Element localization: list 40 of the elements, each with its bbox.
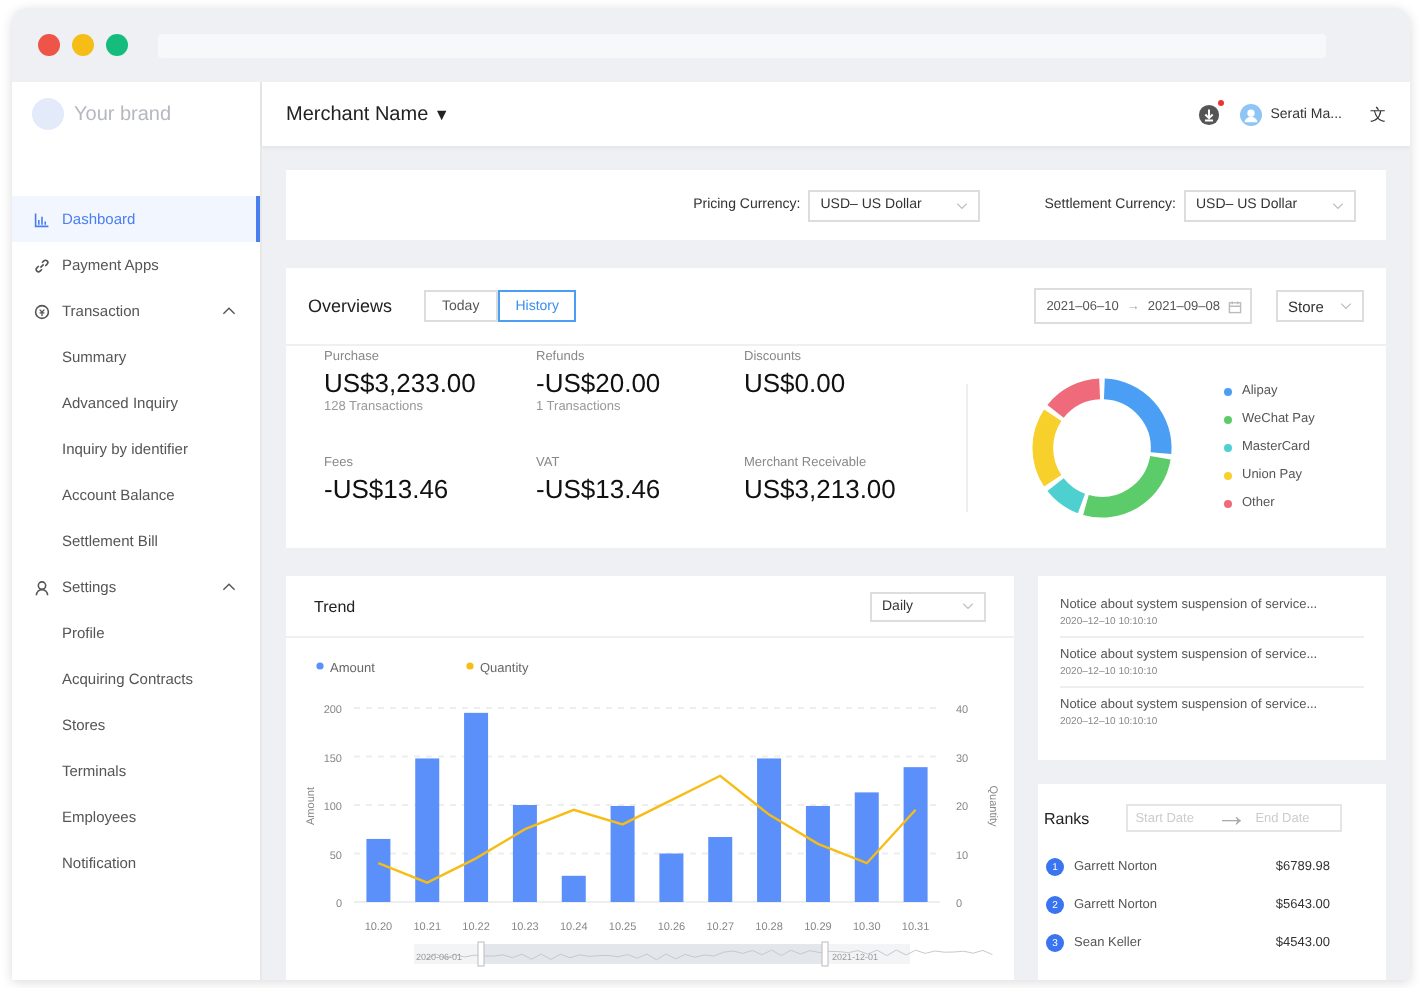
card-title: Ranks bbox=[1044, 809, 1090, 827]
chart-icon bbox=[34, 211, 50, 227]
brand-name: Your brand bbox=[74, 103, 172, 125]
stat-value: US$3,213.00 bbox=[744, 473, 898, 503]
chevron-down-icon bbox=[956, 201, 969, 209]
coin-icon bbox=[34, 303, 50, 319]
merchant-dropdown[interactable]: Merchant Name ▼ bbox=[286, 103, 450, 125]
bar bbox=[610, 805, 635, 902]
stat-value: -US$20.00 bbox=[536, 367, 663, 397]
stat-value: -US$13.46 bbox=[536, 473, 663, 503]
logo-circle-icon bbox=[32, 98, 64, 130]
calendar-icon bbox=[1228, 299, 1242, 313]
card-title: Overviews bbox=[308, 296, 393, 316]
bar bbox=[561, 875, 586, 902]
chevron-down-icon bbox=[1332, 201, 1344, 209]
bar bbox=[659, 853, 684, 902]
bar bbox=[366, 838, 391, 902]
chevron-down-icon bbox=[962, 602, 974, 610]
stat-value: US$0.00 bbox=[744, 367, 848, 397]
range-slider[interactable] bbox=[414, 941, 993, 967]
bar bbox=[854, 792, 879, 902]
stat-value: US$3,233.00 bbox=[324, 367, 478, 397]
bar bbox=[512, 805, 537, 902]
stat-value: -US$13.46 bbox=[324, 473, 451, 503]
bar bbox=[757, 758, 782, 902]
minimize-dot-icon[interactable] bbox=[72, 34, 94, 56]
bar bbox=[903, 767, 928, 902]
close-dot-icon[interactable] bbox=[38, 34, 60, 56]
maximize-dot-icon[interactable] bbox=[106, 34, 128, 56]
bar bbox=[415, 758, 440, 902]
bar bbox=[708, 837, 733, 902]
chevron-down-icon bbox=[1340, 302, 1352, 310]
link-icon bbox=[34, 257, 50, 273]
translate-button[interactable]: 文 bbox=[1362, 103, 1386, 125]
download-icon[interactable] bbox=[1198, 103, 1221, 125]
user-icon bbox=[34, 579, 50, 595]
avatar-icon bbox=[1240, 103, 1263, 125]
bar bbox=[805, 805, 830, 902]
card-title: Trend bbox=[314, 597, 356, 615]
arrow-separator: → bbox=[1215, 800, 1248, 836]
